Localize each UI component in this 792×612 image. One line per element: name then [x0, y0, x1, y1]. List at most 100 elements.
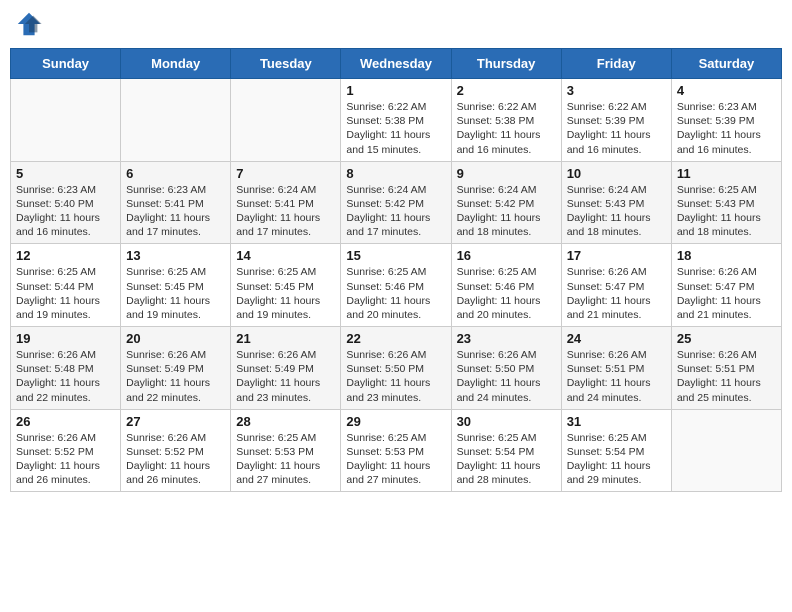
calendar-cell: 10 Sunrise: 6:24 AM Sunset: 5:43 PM Dayli…	[561, 161, 671, 244]
day-number: 20	[126, 331, 225, 346]
day-number: 29	[346, 414, 445, 429]
day-info: Sunrise: 6:22 AM Sunset: 5:38 PM Dayligh…	[346, 100, 445, 157]
calendar-cell	[11, 79, 121, 162]
weekday-header-wednesday: Wednesday	[341, 49, 451, 79]
weekday-header-friday: Friday	[561, 49, 671, 79]
day-number: 5	[16, 166, 115, 181]
calendar-cell: 16Sunrise: 6:25 AM Sunset: 5:46 PM Dayli…	[451, 244, 561, 327]
calendar-cell: 11 Sunrise: 6:25 AM Sunset: 5:43 PM Dayli…	[671, 161, 781, 244]
week-row-4: 19Sunrise: 6:26 AM Sunset: 5:48 PM Dayli…	[11, 327, 782, 410]
day-number: 21	[236, 331, 335, 346]
day-info: Sunrise: 6:22 AM Sunset: 5:39 PM Dayligh…	[567, 100, 666, 157]
day-info: Sunrise: 6:24 AM Sunset: 5:42 PM Dayligh…	[457, 183, 556, 240]
week-row-1: 1 Sunrise: 6:22 AM Sunset: 5:38 PM Daylig…	[11, 79, 782, 162]
day-info: Sunrise: 6:25 AM Sunset: 5:53 PM Dayligh…	[346, 431, 445, 488]
day-number: 22	[346, 331, 445, 346]
weekday-header-sunday: Sunday	[11, 49, 121, 79]
day-info: Sunrise: 6:25 AM Sunset: 5:43 PM Dayligh…	[677, 183, 776, 240]
calendar-cell: 6 Sunrise: 6:23 AM Sunset: 5:41 PM Daylig…	[121, 161, 231, 244]
day-number: 27	[126, 414, 225, 429]
day-info: Sunrise: 6:23 AM Sunset: 5:41 PM Dayligh…	[126, 183, 225, 240]
day-info: Sunrise: 6:25 AM Sunset: 5:53 PM Dayligh…	[236, 431, 335, 488]
calendar-cell: 29 Sunrise: 6:25 AM Sunset: 5:53 PM Dayli…	[341, 409, 451, 492]
calendar-cell: 19Sunrise: 6:26 AM Sunset: 5:48 PM Dayli…	[11, 327, 121, 410]
weekday-header-saturday: Saturday	[671, 49, 781, 79]
weekday-header-row: SundayMondayTuesdayWednesdayThursdayFrid…	[11, 49, 782, 79]
week-row-5: 26 Sunrise: 6:26 AM Sunset: 5:52 PM Dayli…	[11, 409, 782, 492]
calendar-cell: 8 Sunrise: 6:24 AM Sunset: 5:42 PM Daylig…	[341, 161, 451, 244]
day-number: 23	[457, 331, 556, 346]
weekday-header-monday: Monday	[121, 49, 231, 79]
day-info: Sunrise: 6:23 AM Sunset: 5:40 PM Dayligh…	[16, 183, 115, 240]
calendar-cell: 3 Sunrise: 6:22 AM Sunset: 5:39 PM Daylig…	[561, 79, 671, 162]
calendar-table: SundayMondayTuesdayWednesdayThursdayFrid…	[10, 48, 782, 492]
day-info: Sunrise: 6:25 AM Sunset: 5:54 PM Dayligh…	[457, 431, 556, 488]
day-number: 18	[677, 248, 776, 263]
day-number: 6	[126, 166, 225, 181]
calendar-cell: 30 Sunrise: 6:25 AM Sunset: 5:54 PM Dayli…	[451, 409, 561, 492]
day-info: Sunrise: 6:26 AM Sunset: 5:50 PM Dayligh…	[457, 348, 556, 405]
logo-icon	[15, 10, 43, 38]
day-number: 15	[346, 248, 445, 263]
calendar-cell	[231, 79, 341, 162]
day-info: Sunrise: 6:26 AM Sunset: 5:51 PM Dayligh…	[677, 348, 776, 405]
day-info: Sunrise: 6:26 AM Sunset: 5:49 PM Dayligh…	[126, 348, 225, 405]
day-info: Sunrise: 6:24 AM Sunset: 5:43 PM Dayligh…	[567, 183, 666, 240]
calendar-cell: 21Sunrise: 6:26 AM Sunset: 5:49 PM Dayli…	[231, 327, 341, 410]
calendar-cell: 17 Sunrise: 6:26 AM Sunset: 5:47 PM Dayli…	[561, 244, 671, 327]
day-info: Sunrise: 6:23 AM Sunset: 5:39 PM Dayligh…	[677, 100, 776, 157]
calendar-cell: 9 Sunrise: 6:24 AM Sunset: 5:42 PM Daylig…	[451, 161, 561, 244]
day-info: Sunrise: 6:22 AM Sunset: 5:38 PM Dayligh…	[457, 100, 556, 157]
day-info: Sunrise: 6:24 AM Sunset: 5:42 PM Dayligh…	[346, 183, 445, 240]
calendar-cell: 20 Sunrise: 6:26 AM Sunset: 5:49 PM Dayli…	[121, 327, 231, 410]
day-number: 26	[16, 414, 115, 429]
calendar-cell	[121, 79, 231, 162]
day-number: 25	[677, 331, 776, 346]
calendar-cell: 7Sunrise: 6:24 AM Sunset: 5:41 PM Daylig…	[231, 161, 341, 244]
day-number: 4	[677, 83, 776, 98]
calendar-cell: 24Sunrise: 6:26 AM Sunset: 5:51 PM Dayli…	[561, 327, 671, 410]
day-number: 8	[346, 166, 445, 181]
weekday-header-thursday: Thursday	[451, 49, 561, 79]
calendar-cell: 25 Sunrise: 6:26 AM Sunset: 5:51 PM Dayli…	[671, 327, 781, 410]
calendar-cell: 23 Sunrise: 6:26 AM Sunset: 5:50 PM Dayli…	[451, 327, 561, 410]
day-info: Sunrise: 6:25 AM Sunset: 5:54 PM Dayligh…	[567, 431, 666, 488]
day-number: 11	[677, 166, 776, 181]
day-number: 28	[236, 414, 335, 429]
calendar-cell: 15 Sunrise: 6:25 AM Sunset: 5:46 PM Dayli…	[341, 244, 451, 327]
day-number: 16	[457, 248, 556, 263]
calendar-cell	[671, 409, 781, 492]
day-number: 14	[236, 248, 335, 263]
day-info: Sunrise: 6:25 AM Sunset: 5:44 PM Dayligh…	[16, 265, 115, 322]
day-number: 24	[567, 331, 666, 346]
calendar-cell: 14 Sunrise: 6:25 AM Sunset: 5:45 PM Dayli…	[231, 244, 341, 327]
calendar-cell: 12 Sunrise: 6:25 AM Sunset: 5:44 PM Dayli…	[11, 244, 121, 327]
day-info: Sunrise: 6:26 AM Sunset: 5:50 PM Dayligh…	[346, 348, 445, 405]
day-info: Sunrise: 6:26 AM Sunset: 5:47 PM Dayligh…	[677, 265, 776, 322]
calendar-cell: 5 Sunrise: 6:23 AM Sunset: 5:40 PM Daylig…	[11, 161, 121, 244]
day-number: 17	[567, 248, 666, 263]
week-row-3: 12 Sunrise: 6:25 AM Sunset: 5:44 PM Dayli…	[11, 244, 782, 327]
day-number: 31	[567, 414, 666, 429]
day-number: 1	[346, 83, 445, 98]
day-number: 12	[16, 248, 115, 263]
day-number: 9	[457, 166, 556, 181]
page-header	[10, 10, 782, 38]
day-number: 3	[567, 83, 666, 98]
weekday-header-tuesday: Tuesday	[231, 49, 341, 79]
week-row-2: 5 Sunrise: 6:23 AM Sunset: 5:40 PM Daylig…	[11, 161, 782, 244]
day-number: 7	[236, 166, 335, 181]
day-info: Sunrise: 6:26 AM Sunset: 5:47 PM Dayligh…	[567, 265, 666, 322]
day-info: Sunrise: 6:25 AM Sunset: 5:46 PM Dayligh…	[346, 265, 445, 322]
day-info: Sunrise: 6:26 AM Sunset: 5:52 PM Dayligh…	[126, 431, 225, 488]
calendar-cell: 27 Sunrise: 6:26 AM Sunset: 5:52 PM Dayli…	[121, 409, 231, 492]
day-number: 30	[457, 414, 556, 429]
day-info: Sunrise: 6:26 AM Sunset: 5:48 PM Dayligh…	[16, 348, 115, 405]
calendar-cell: 26Sunrise: 6:26 AM Sunset: 5:52 PM Dayli…	[11, 409, 121, 492]
day-number: 2	[457, 83, 556, 98]
day-number: 10	[567, 166, 666, 181]
calendar-cell: 28 Sunrise: 6:25 AM Sunset: 5:53 PM Dayli…	[231, 409, 341, 492]
logo	[15, 10, 45, 38]
calendar-cell: 22 Sunrise: 6:26 AM Sunset: 5:50 PM Dayli…	[341, 327, 451, 410]
day-info: Sunrise: 6:25 AM Sunset: 5:45 PM Dayligh…	[236, 265, 335, 322]
